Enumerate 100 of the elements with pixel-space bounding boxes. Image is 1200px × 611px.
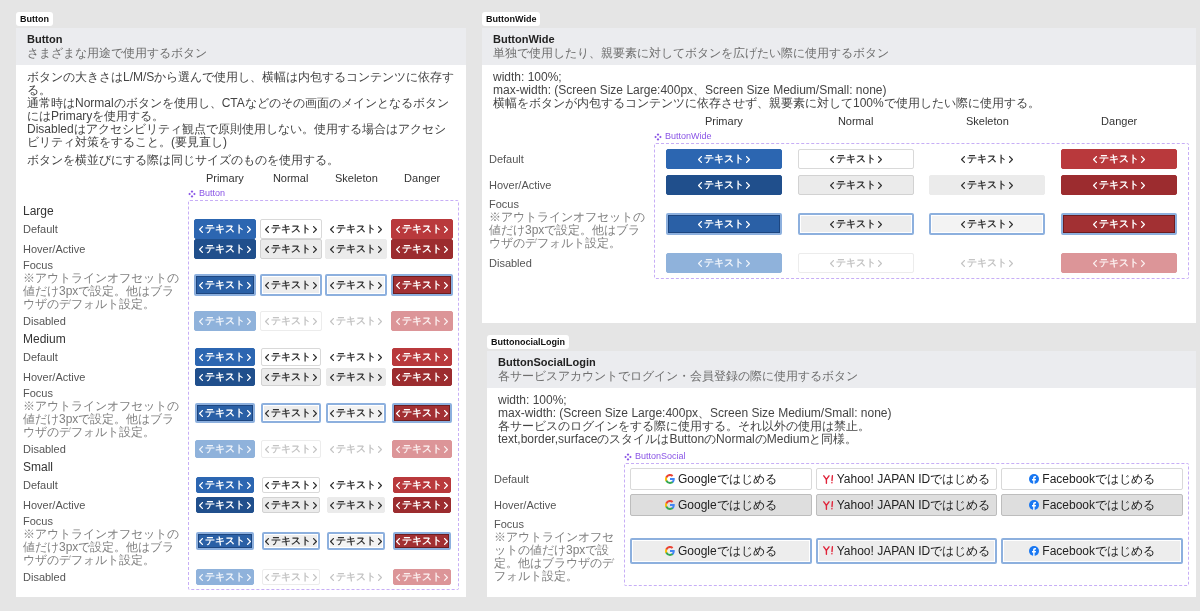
chevron-left-icon — [829, 181, 834, 189]
primary-button[interactable]: テキスト — [193, 274, 256, 296]
chevron-left-icon — [961, 155, 966, 163]
chevron-left-icon — [1093, 259, 1098, 267]
chevron-left-icon — [396, 281, 401, 289]
normal-button[interactable]: テキスト — [259, 219, 322, 239]
facebook-login-button[interactable]: Facebookではじめる — [1001, 494, 1183, 516]
skeleton-button[interactable]: テキスト — [325, 274, 388, 296]
chevron-right-icon — [1009, 181, 1014, 189]
chevron-left-icon — [198, 281, 203, 289]
primary-button[interactable]: テキスト — [665, 213, 782, 235]
yahoo-login-button[interactable]: Yahoo! JAPAN IDではじめる — [815, 537, 998, 564]
primary-button[interactable]: テキスト — [665, 175, 782, 195]
chevron-right-icon — [378, 317, 383, 325]
danger-button[interactable]: テキスト — [393, 532, 452, 550]
skeleton-button[interactable]: テキスト — [327, 497, 386, 513]
normal-button[interactable]: テキスト — [260, 368, 321, 386]
danger-button[interactable]: テキスト — [392, 348, 453, 366]
component-icon — [188, 189, 196, 198]
danger-button[interactable]: テキスト — [391, 219, 454, 239]
component-name: Button — [199, 188, 226, 199]
danger-button[interactable]: テキスト — [1061, 213, 1178, 235]
component-icon — [624, 452, 632, 461]
chevron-left-icon — [697, 220, 702, 228]
primary-button[interactable]: テキスト — [195, 497, 254, 513]
chevron-left-icon — [396, 317, 401, 325]
chevron-left-icon — [396, 225, 401, 233]
normal-button[interactable]: テキスト — [261, 532, 320, 550]
facebook-login-button[interactable]: Facebookではじめる — [1001, 468, 1183, 490]
danger-button[interactable]: テキスト — [393, 497, 452, 513]
chevron-right-icon — [378, 225, 383, 233]
skeleton-button[interactable]: テキスト — [327, 477, 386, 493]
normal-button[interactable]: テキスト — [797, 149, 914, 169]
google-login-button[interactable]: Googleではじめる — [630, 537, 812, 564]
facebook-logo-icon — [1029, 545, 1040, 556]
chevron-left-icon — [396, 573, 401, 581]
column-header: Skeleton — [965, 115, 1009, 129]
skeleton-button[interactable]: テキスト — [929, 175, 1046, 195]
chevron-right-icon — [312, 481, 317, 489]
danger-button[interactable]: テキスト — [1061, 175, 1178, 195]
normal-button[interactable]: テキスト — [797, 213, 914, 235]
description-line: 各サービスのログインをする際に使用する。それ以外の使用は禁止。 — [498, 420, 870, 433]
danger-button[interactable]: テキスト — [391, 274, 454, 296]
panel-subtitle: 単独で使用したり、親要素に対してボタンを広げたい際に使用するボタン — [493, 46, 890, 61]
normal-button[interactable]: テキスト — [260, 348, 321, 366]
chevron-right-icon — [1141, 155, 1146, 163]
chevron-right-icon — [444, 445, 449, 453]
danger-button[interactable]: テキスト — [392, 368, 453, 386]
skeleton-button[interactable]: テキスト — [326, 348, 387, 366]
chevron-left-icon — [396, 409, 401, 417]
facebook-login-button[interactable]: Facebookではじめる — [1001, 537, 1183, 564]
chevron-left-icon — [396, 373, 401, 381]
description-line: ボタンの大きさはL/M/Sから選んで使用し、横幅は内包するコンテンツに依存する。 — [27, 71, 455, 97]
danger-button[interactable]: テキスト — [1061, 149, 1178, 169]
normal-button[interactable]: テキスト — [261, 477, 320, 493]
chevron-right-icon — [246, 317, 251, 325]
skeleton-button[interactable]: テキスト — [325, 219, 388, 239]
danger-button[interactable]: テキスト — [392, 403, 453, 423]
yahoo-login-button[interactable]: Yahoo! JAPAN IDではじめる — [815, 468, 998, 490]
danger-button[interactable]: テキスト — [391, 239, 454, 259]
chevron-right-icon — [1141, 181, 1146, 189]
chevron-right-icon — [1009, 259, 1014, 267]
primary-button[interactable]: テキスト — [194, 403, 255, 423]
skeleton-button[interactable]: テキスト — [325, 239, 388, 259]
row-label: Focus — [23, 259, 54, 272]
chevron-left-icon — [264, 281, 269, 289]
primary-button[interactable]: テキスト — [665, 149, 782, 169]
normal-button[interactable]: テキスト — [259, 274, 322, 296]
primary-button[interactable]: テキスト — [195, 532, 254, 550]
row-label: Disabled — [23, 442, 67, 456]
chevron-left-icon — [829, 155, 834, 163]
skeleton-button[interactable]: テキスト — [326, 368, 387, 386]
normal-button[interactable]: テキスト — [259, 239, 322, 259]
normal-button[interactable]: テキスト — [261, 497, 320, 513]
normal-button[interactable]: テキスト — [260, 403, 321, 423]
chevron-right-icon — [246, 245, 251, 253]
chevron-left-icon — [1093, 155, 1098, 163]
skeleton-button[interactable]: テキスト — [929, 149, 1046, 169]
danger-button[interactable]: テキスト — [393, 477, 452, 493]
primary-button[interactable]: テキスト — [194, 368, 255, 386]
chevron-right-icon — [444, 225, 449, 233]
skeleton-button[interactable]: テキスト — [327, 532, 386, 550]
normal-button[interactable]: テキスト — [797, 175, 914, 195]
yahoo-login-button[interactable]: Yahoo! JAPAN IDではじめる — [815, 494, 998, 516]
yahoo-logo-icon — [822, 500, 834, 510]
chevron-right-icon — [877, 155, 882, 163]
primary-button[interactable]: テキスト — [193, 239, 256, 259]
primary-button[interactable]: テキスト — [194, 348, 255, 366]
chevron-left-icon — [264, 573, 269, 581]
chevron-left-icon — [198, 353, 203, 361]
google-login-button[interactable]: Googleではじめる — [630, 468, 812, 490]
primary-button[interactable]: テキスト — [193, 219, 256, 239]
row-note: ※アウトラインオフセットの値だけ3pxで設定。他はブラウザのデフォルト設定。 — [494, 531, 615, 583]
google-login-button[interactable]: Googleではじめる — [630, 494, 812, 516]
primary-button[interactable]: テキスト — [195, 477, 254, 493]
chevron-left-icon — [330, 501, 335, 509]
chevron-left-icon — [264, 481, 269, 489]
skeleton-button[interactable]: テキスト — [929, 213, 1046, 235]
frame-label: Button — [16, 12, 53, 26]
skeleton-button[interactable]: テキスト — [326, 403, 387, 423]
